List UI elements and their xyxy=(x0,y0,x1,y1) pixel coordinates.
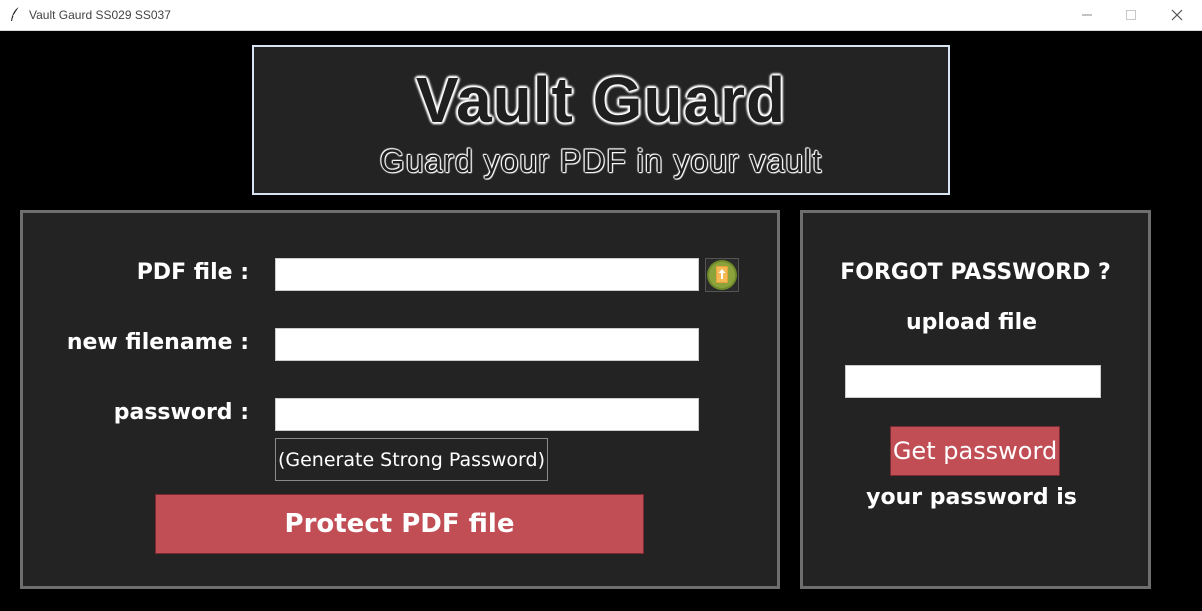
app-banner: Vault Guard Guard your PDF in your vault xyxy=(252,45,950,195)
close-button[interactable] xyxy=(1154,0,1200,30)
upload-pdf-button[interactable] xyxy=(705,258,739,292)
window-titlebar: Vault Gaurd SS029 SS037 xyxy=(0,0,1202,31)
get-password-button[interactable]: Get password xyxy=(890,426,1060,476)
app-subtitle: Guard your PDF in your vault xyxy=(379,143,823,179)
upload-file-icon xyxy=(707,260,737,290)
new-filename-input[interactable] xyxy=(275,328,699,361)
maximize-icon xyxy=(1126,10,1136,20)
pdf-file-label: PDF file : xyxy=(136,260,249,285)
app-title: Vault Guard xyxy=(415,64,787,136)
forgot-file-input[interactable] xyxy=(845,365,1101,398)
password-result-label: your password is xyxy=(866,485,1077,510)
protect-pdf-button[interactable]: Protect PDF file xyxy=(155,494,644,554)
new-filename-label: new filename : xyxy=(66,330,249,355)
window-title: Vault Gaurd SS029 SS037 xyxy=(29,8,171,22)
forgot-password-heading: FORGOT PASSWORD ? xyxy=(840,260,1111,285)
pdf-file-input[interactable] xyxy=(275,258,699,291)
feather-icon xyxy=(11,6,20,21)
password-input[interactable] xyxy=(275,398,699,431)
generate-password-button[interactable]: (Generate Strong Password) xyxy=(275,438,548,481)
minimize-icon xyxy=(1082,14,1092,16)
password-label: password : xyxy=(113,400,249,425)
upload-file-label: upload file xyxy=(905,310,1038,335)
maximize-button[interactable] xyxy=(1108,0,1154,30)
minimize-button[interactable] xyxy=(1064,0,1110,30)
close-icon xyxy=(1171,9,1183,21)
